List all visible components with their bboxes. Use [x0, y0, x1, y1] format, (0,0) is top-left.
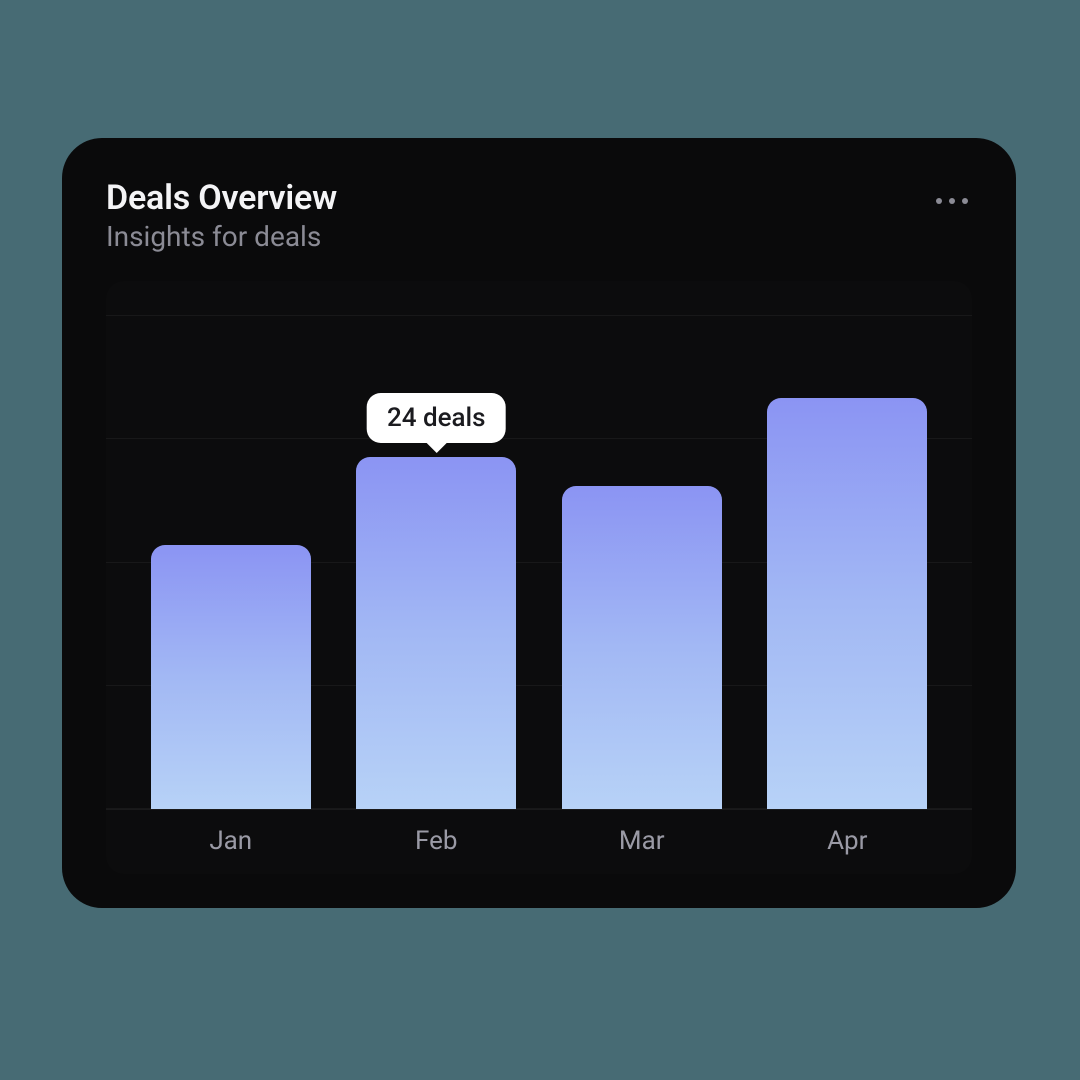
chart-x-label: Apr [745, 826, 951, 856]
title-block: Deals Overview Insights for deals [106, 178, 337, 253]
chart-plot-area: 24 deals [106, 281, 972, 809]
deals-overview-card: Deals Overview Insights for deals 24 dea… [62, 138, 1016, 908]
card-subtitle: Insights for deals [106, 220, 337, 253]
ellipsis-dot-icon [962, 198, 968, 204]
chart-bar-column: 24 deals [334, 281, 540, 809]
chart-tooltip: 24 deals [367, 393, 506, 443]
chart-bar[interactable]: 24 deals [356, 457, 516, 809]
chart-x-label: Mar [539, 826, 745, 856]
card-header: Deals Overview Insights for deals [106, 178, 972, 253]
ellipsis-dot-icon [936, 198, 942, 204]
chart-bar[interactable] [151, 545, 311, 809]
ellipsis-dot-icon [949, 198, 955, 204]
chart-bar[interactable] [562, 486, 722, 809]
chart-bars: 24 deals [106, 281, 972, 809]
chart-bar-column [539, 281, 745, 809]
card-title: Deals Overview [106, 178, 337, 218]
chart-x-label: Jan [128, 826, 334, 856]
chart-x-label: Feb [334, 826, 540, 856]
more-options-button[interactable] [936, 178, 972, 204]
chart-bar[interactable] [767, 398, 927, 809]
chart-bar-column [745, 281, 951, 809]
chart-bar-column [128, 281, 334, 809]
chart-x-axis: JanFebMarApr [106, 809, 972, 874]
chart-container: 24 deals JanFebMarApr [106, 281, 972, 874]
